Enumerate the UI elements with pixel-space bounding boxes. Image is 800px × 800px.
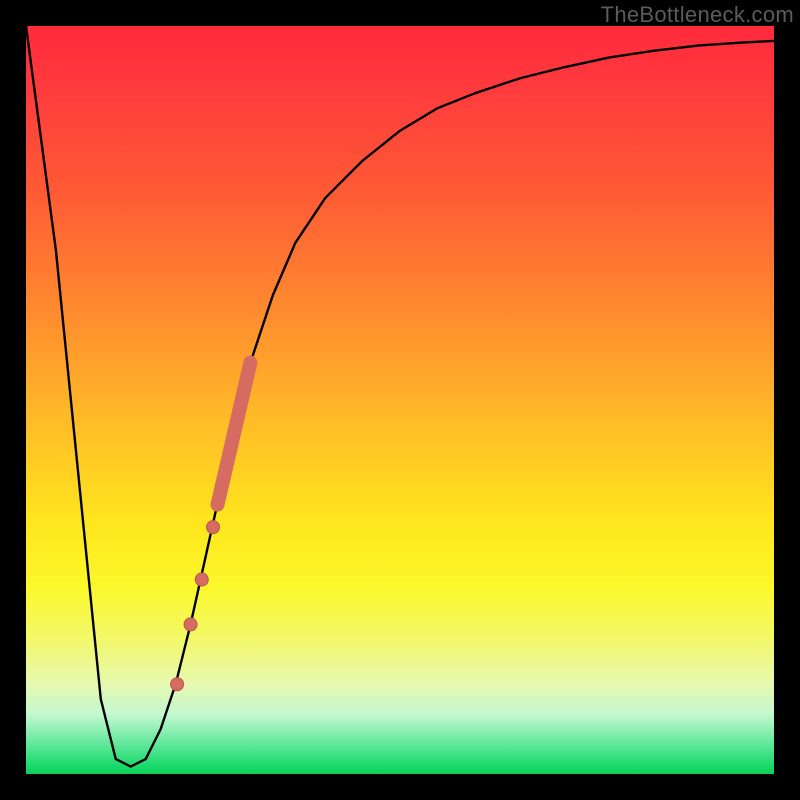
watermark-text: TheBottleneck.com xyxy=(601,2,794,28)
chart-container: TheBottleneck.com xyxy=(0,0,800,800)
marker-dot xyxy=(207,521,220,534)
plot-area xyxy=(26,26,774,774)
highlight-segment xyxy=(217,363,250,505)
marker-dot xyxy=(195,573,208,586)
bottleneck-curve xyxy=(26,26,774,767)
chart-svg xyxy=(26,26,774,774)
marker-dot xyxy=(184,618,197,631)
marker-dot xyxy=(171,678,184,691)
